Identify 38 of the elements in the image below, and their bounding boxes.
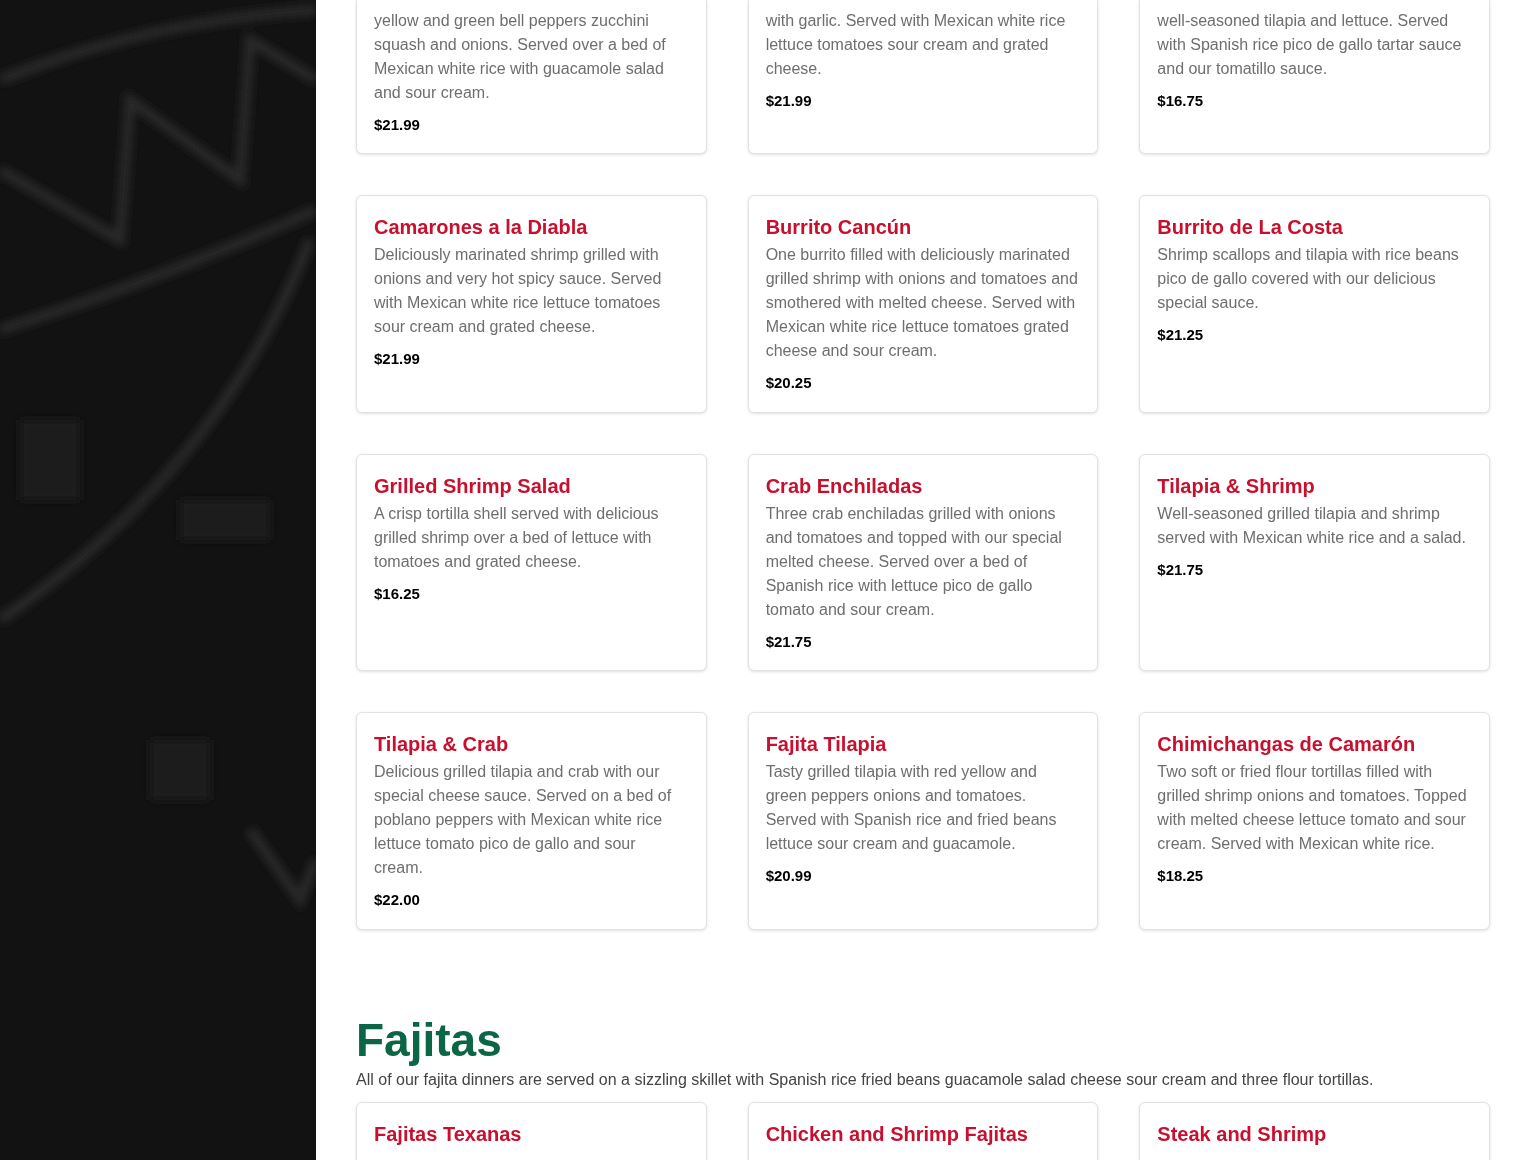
dish-name: Crab Enchiladas xyxy=(765,473,924,499)
dish-name: Chicken and Shrimp Fajitas xyxy=(765,1121,1029,1147)
dish-price: $21.99 xyxy=(765,91,813,111)
dish-description: Well-seasoned grilled tilapia and shrimp served with Mexican white rice and a salad. xyxy=(1157,503,1467,548)
dish-price: $22.00 xyxy=(374,890,421,910)
dish-description: A crisp tortilla shell served with delicious grilled shrimp over a bed of lettuce with tomatoes and grated cheese. xyxy=(374,503,660,572)
dish-name: Fajitas Texanas xyxy=(374,1121,523,1147)
dish-price: $21.25 xyxy=(1157,325,1205,345)
dish-description: with garlic. Served with Mexican white rice lettuce tomatoes sour cream and grated cheese. xyxy=(765,11,1067,79)
dish-name: Fajita Tilapia xyxy=(765,732,888,757)
dish-price: $18.25 xyxy=(1157,866,1205,886)
dish-name: Camarones a la Diabla xyxy=(374,215,589,240)
dish-description: One burrito filled with deliciously marinated grilled shrimp with onions and tomatoes and smothered with melted cheese. Served with Mexican white rice lettuce tomatoes grated cheese and sour cream. xyxy=(765,245,1079,361)
dish-name: Chimichangas de Camarón xyxy=(1157,732,1417,757)
dish-description: Shrimp scallops and tilapia with rice beans pico de gallo covered with our delicious special sauce. xyxy=(1157,245,1460,313)
section-description: All of our fajita dinners are served on a sizzling skillet with Spanish rice fried beans guacamole salad cheese sour cream and three flour tortillas. xyxy=(356,1069,1375,1090)
dish-price: $21.75 xyxy=(1157,559,1205,580)
dish-description: well-seasoned tilapia and lettuce. Served with Spanish rice pico de gallo tartar sauce and our tomatillo sauce. xyxy=(1157,11,1463,79)
dish-price: $21.75 xyxy=(765,631,813,652)
dish-price: $16.25 xyxy=(374,583,421,604)
dish-price: $21.99 xyxy=(374,115,421,135)
dish-name: Steak and Shrimp xyxy=(1157,1121,1328,1147)
dish-name: Tilapia & Shrimp xyxy=(1157,473,1316,499)
dish-price: $16.75 xyxy=(1157,91,1205,111)
dish-description: yellow and green bell peppers zucchini squash and onions. Served over a bed of Mexican white rice with guacamole salad and sour cream. xyxy=(374,11,667,103)
dish-description: Two soft or fried flour tortillas filled with grilled shrimp onions and tomatoes. Topped with melted cheese lettuce tomato and sour cream. Served with Mexican white rice. xyxy=(1157,762,1468,854)
dish-name: Tilapia & Crab xyxy=(374,732,510,757)
dish-description: Tasty grilled tilapia with red yellow and green peppers onions and tomatoes. Served with Spanish rice and fried beans lettuce sour cream and guacamole. xyxy=(765,762,1058,854)
dish-name: Burrito de La Costa xyxy=(1157,215,1344,240)
dish-price: $20.99 xyxy=(765,866,813,886)
dish-name: Burrito Cancún xyxy=(765,215,913,240)
dish-description: Delicious grilled tilapia and crab with our special cheese sauce. Served on a bed of poblano peppers with Mexican white rice lettuce tomato pico de gallo and sour cream. xyxy=(374,762,673,878)
section-title: Fajitas xyxy=(356,1013,503,1066)
dish-name: Grilled Shrimp Salad xyxy=(374,473,572,499)
dish-description: Deliciously marinated shrimp grilled with onions and very hot spicy sauce. Served with Mexican white rice lettuce tomatoes sour cream and grated cheese. xyxy=(374,245,663,337)
dish-price: $21.99 xyxy=(374,349,421,369)
dish-price: $20.25 xyxy=(765,373,813,393)
dish-description: Three crab enchiladas grilled with onions and tomatoes and topped with our special melted cheese. Served over a bed of Spanish rice with lettuce pico de gallo tomato and sour cream. xyxy=(765,503,1063,620)
